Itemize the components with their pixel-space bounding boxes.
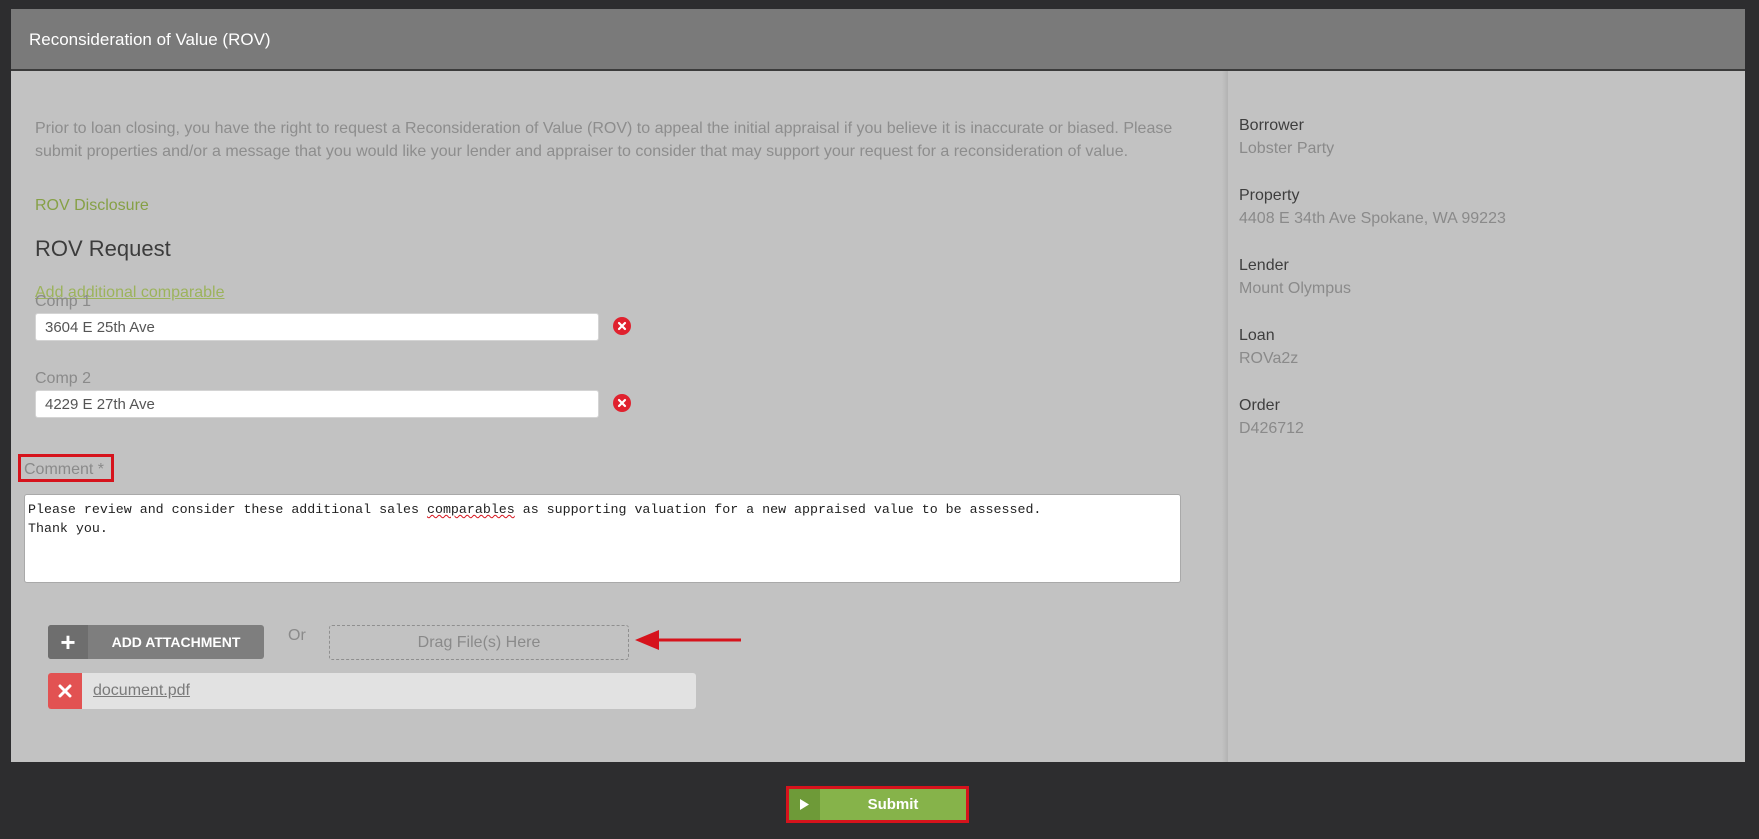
comp-2-label: Comp 2 [35,370,92,387]
submit-button[interactable]: Submit [786,786,969,823]
rov-disclosure-link[interactable]: ROV Disclosure [35,197,149,215]
remove-comp-1-button[interactable] [613,317,631,335]
comp-1-label: Comp 1 [35,293,92,310]
column-divider [1222,71,1228,762]
close-icon [58,684,72,698]
panel-header: Reconsideration of Value (ROV) [11,9,1745,71]
attached-file-row: document.pdf [48,673,696,709]
comment-label: Comment * [24,461,105,478]
submit-label: Submit [867,796,919,813]
close-icon [617,398,627,408]
play-icon [789,789,820,820]
loan-value: ROVa2z [1239,350,1299,367]
rov-request-title: ROV Request [35,236,171,261]
page-title: Reconsideration of Value (ROV) [29,30,271,49]
intro-text: Prior to loan closing, you have the righ… [35,120,1173,160]
close-icon [617,321,627,331]
borrower-label: Borrower [1239,117,1304,134]
plus-icon: + [48,625,88,659]
attached-file-link[interactable]: document.pdf [93,682,190,700]
add-attachment-button[interactable]: + ADD ATTACHMENT [48,625,264,659]
borrower-value: Lobster Party [1239,140,1335,157]
arrow-left-icon [635,630,741,650]
misspelled-word: comparables [426,502,515,517]
property-value: 4408 E 34th Ave Spokane, WA 99223 [1239,210,1506,227]
add-attachment-label: ADD ATTACHMENT [111,634,241,650]
order-value: D426712 [1239,420,1304,437]
file-dropzone[interactable]: Drag File(s) Here [329,625,629,660]
comment-text-start: Please review and consider these additio… [28,502,427,517]
remove-file-button[interactable] [48,673,82,709]
rov-panel: Reconsideration of Value (ROV) Prior to … [11,9,1745,762]
remove-comp-2-button[interactable] [613,394,631,412]
comp-1-input[interactable] [35,313,599,341]
property-label: Property [1239,187,1300,204]
comp-2-input[interactable] [35,390,599,418]
comment-textarea[interactable]: Please review and consider these additio… [24,494,1181,583]
lender-label: Lender [1239,257,1289,274]
order-label: Order [1239,397,1280,414]
or-separator: Or [288,627,306,644]
lender-value: Mount Olympus [1239,280,1352,297]
loan-label: Loan [1239,327,1275,344]
